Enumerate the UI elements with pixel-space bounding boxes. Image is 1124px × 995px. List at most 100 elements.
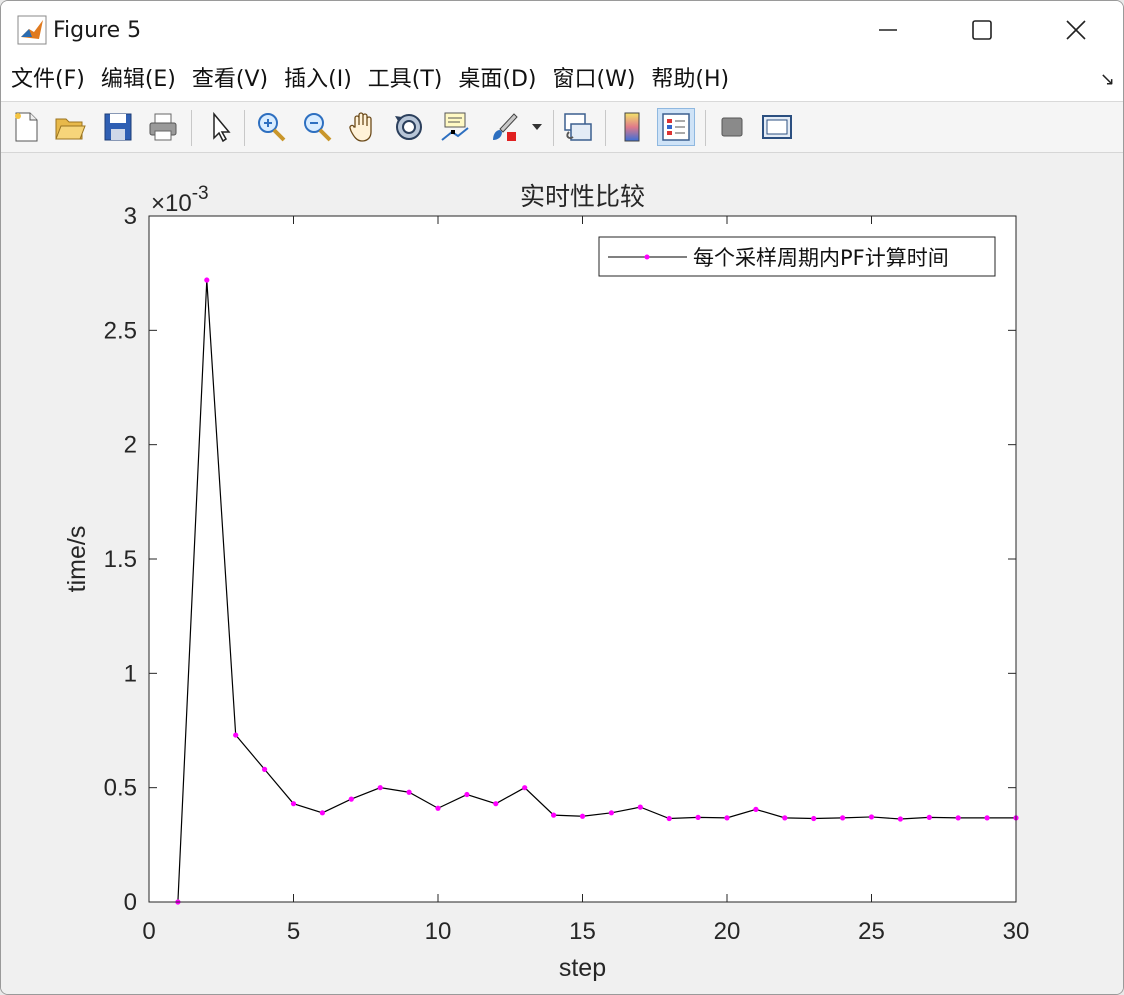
data-point [435, 805, 441, 811]
data-point [753, 806, 759, 812]
menu-window[interactable]: 窗口(W) [545, 59, 644, 101]
toolbar-separator [244, 110, 245, 146]
y-exponent-base: ×10 [151, 190, 192, 217]
menu-edit[interactable]: 编辑(E) [93, 59, 184, 101]
x-tick-label: 0 [142, 918, 155, 945]
x-tick-label: 15 [569, 918, 596, 945]
data-point [637, 804, 643, 810]
save-button[interactable] [99, 108, 137, 146]
y-tick-label: 2 [124, 432, 137, 459]
menu-help[interactable]: 帮助(H) [643, 59, 737, 101]
plot-area [149, 216, 1016, 902]
print-button[interactable] [144, 108, 182, 146]
rotate-3d-button[interactable] [390, 108, 428, 146]
data-point [348, 796, 354, 802]
data-point [551, 812, 557, 818]
matlab-logo-icon [17, 15, 47, 45]
x-tick-label: 10 [425, 918, 452, 945]
maximize-icon [972, 20, 992, 40]
hide-plot-tools-icon [721, 117, 743, 137]
data-point [868, 814, 875, 820]
print-icon [149, 113, 177, 141]
data-point [262, 766, 268, 772]
data-point [233, 732, 239, 738]
data-point [840, 815, 846, 821]
show-plot-tools-button[interactable] [758, 108, 796, 146]
save-icon [104, 113, 132, 141]
x-tick-label: 5 [287, 918, 300, 945]
link-plot-icon [564, 113, 592, 141]
data-point [608, 810, 615, 816]
menu-tools[interactable]: 工具(T) [360, 59, 451, 101]
rotate-3d-icon [395, 114, 422, 140]
x-tick-label: 20 [714, 918, 741, 945]
y-tick-label: 2.5 [104, 317, 137, 344]
line-chart: 0 0.5 1 1.5 2 2.5 3 0 5 10 15 20 25 30 ×10-3 实时性比较 s… [63, 182, 1030, 982]
menu-dock-arrow-icon[interactable]: ↘ [1100, 69, 1115, 90]
data-point [782, 815, 788, 821]
toolbar-separator [605, 110, 606, 146]
new-figure-icon [15, 112, 38, 142]
minimize-button[interactable] [841, 1, 935, 59]
data-point [955, 815, 961, 821]
hide-plot-tools-button[interactable] [713, 108, 751, 146]
zoom-out-button[interactable] [298, 108, 336, 146]
chart-title: 实时性比较 [520, 182, 645, 211]
zoom-in-button[interactable] [252, 108, 290, 146]
data-point [811, 815, 817, 822]
y-tick-label: 0.5 [104, 775, 137, 802]
data-point [522, 785, 528, 791]
menu-desktop[interactable]: 桌面(D) [450, 59, 544, 101]
close-icon [1066, 20, 1086, 40]
y-tick-label: 1 [124, 660, 137, 687]
title-bar: Figure 5 [1, 1, 1123, 59]
x-tick-label: 25 [858, 918, 885, 945]
menu-bar: 文件(F) 编辑(E) 查看(V) 插入(I) 工具(T) 桌面(D) 窗口(W… [1, 59, 1123, 102]
legend-icon [662, 113, 690, 141]
y-axis-label: time/s [63, 526, 91, 593]
zoom-out-icon [304, 113, 332, 142]
data-cursor-button[interactable] [436, 108, 474, 146]
brush-dropdown-button[interactable] [523, 108, 551, 146]
pan-hand-icon [349, 112, 372, 142]
toolbar-separator [705, 110, 706, 146]
select-pointer-button[interactable] [201, 108, 239, 146]
legend-button[interactable] [657, 108, 695, 146]
x-tick-label: 30 [1003, 918, 1030, 945]
toolbar-separator [553, 110, 554, 146]
minimize-icon [879, 29, 897, 31]
link-plot-button[interactable] [559, 108, 597, 146]
legend-marker [644, 254, 650, 260]
data-cursor-icon [441, 112, 469, 141]
figure-canvas: 0 0.5 1 1.5 2 2.5 3 0 5 10 15 20 25 30 ×10-3 实时性比较 s… [1, 153, 1123, 994]
data-point [319, 810, 325, 816]
new-figure-button[interactable] [7, 108, 45, 146]
brush-button[interactable] [485, 108, 523, 146]
open-file-icon [55, 118, 86, 140]
legend[interactable]: 每个采样周期内PF计算时间 [598, 236, 996, 277]
toolbar-separator [191, 110, 192, 146]
menu-insert[interactable]: 插入(I) [276, 59, 360, 101]
figure-window: Figure 5 文件(F) 编辑(E) 查看(V) 插入(I) 工具(T) 桌… [0, 0, 1124, 995]
data-point [579, 813, 586, 819]
data-point [464, 791, 470, 798]
maximize-button[interactable] [935, 1, 1029, 59]
data-point [897, 816, 904, 822]
pan-button[interactable] [344, 108, 382, 146]
figure-toolbar [1, 102, 1123, 153]
menu-file[interactable]: 文件(F) [1, 59, 93, 101]
colorbar-icon [624, 112, 640, 142]
legend-entry-label: 每个采样周期内PF计算时间 [693, 246, 949, 270]
data-point [406, 789, 412, 795]
colorbar-button[interactable] [613, 108, 651, 146]
menu-view[interactable]: 查看(V) [184, 59, 276, 101]
select-pointer-icon [213, 111, 231, 143]
open-file-button[interactable] [51, 108, 89, 146]
close-button[interactable] [1029, 1, 1123, 59]
y-exponent-label: ×10-3 [151, 183, 209, 217]
data-point [204, 277, 210, 283]
data-point [724, 815, 730, 821]
data-point [984, 815, 990, 821]
data-point [666, 815, 672, 822]
show-plot-tools-icon [762, 115, 792, 139]
